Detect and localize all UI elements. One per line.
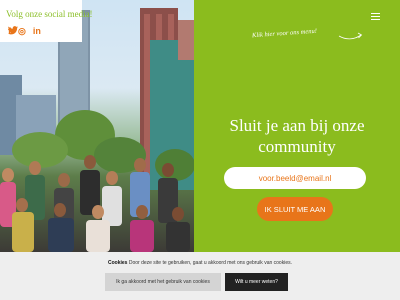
hamburger-menu-icon[interactable] <box>371 13 380 20</box>
community-photo: Volg onze social media! f ◎ in <box>0 0 194 252</box>
social-icons: f ◎ in <box>8 26 48 36</box>
twitter-bird-shape <box>8 26 18 35</box>
menu-hint-text: Klik hier voor ons menu! <box>251 27 318 40</box>
signup-headline: Sluit je aan bij onze community <box>229 116 365 156</box>
social-media-title: Volg onze social media! <box>6 9 93 19</box>
cookie-text: Door deze site te gebruiken, gaat u akko… <box>128 260 292 266</box>
cookie-message: Cookies Door deze site te gebruiken, gaa… <box>0 260 400 266</box>
cookie-label: Cookies <box>108 260 128 266</box>
cookie-accept-button[interactable]: Ik ga akkoord met het gebruik van cookie… <box>105 273 221 291</box>
join-button[interactable]: IK SLUIT ME AAN <box>257 197 333 221</box>
instagram-icon[interactable]: ◎ <box>18 26 26 36</box>
email-field[interactable] <box>224 167 366 189</box>
social-media-box: Volg onze social media! f ◎ in <box>0 0 93 42</box>
cookie-more-info-button[interactable]: Wilt u meer weten? <box>225 273 288 291</box>
menu-hint-arrow-icon <box>338 32 363 40</box>
signup-panel: Klik hier voor ons menu! Sluit je aan bi… <box>194 0 400 252</box>
linkedin-icon[interactable]: in <box>33 26 41 36</box>
